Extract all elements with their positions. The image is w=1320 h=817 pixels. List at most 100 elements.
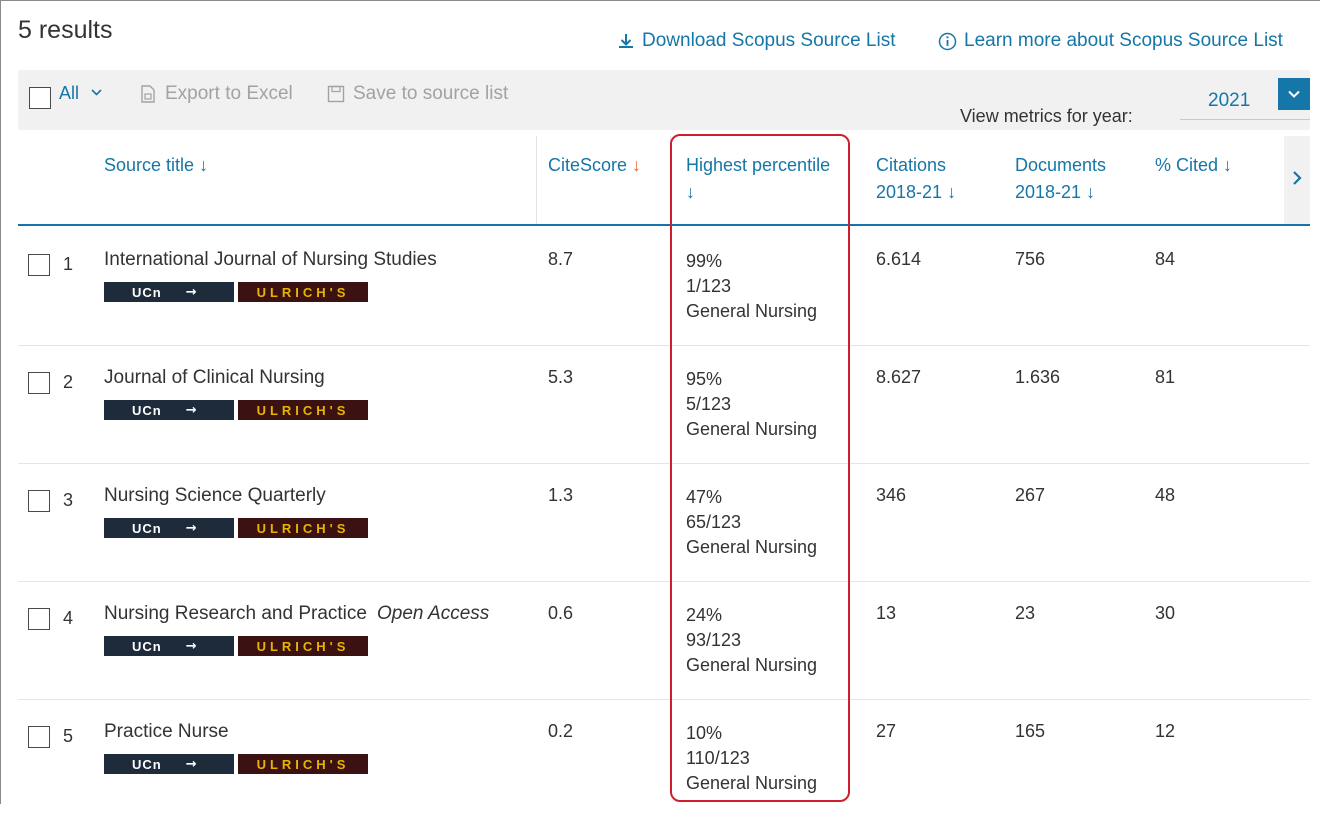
excel-file-icon: [141, 85, 155, 103]
citations-value: 6.614: [876, 249, 922, 269]
row-checkbox[interactable]: [28, 726, 50, 748]
download-source-list-link[interactable]: Download Scopus Source List: [617, 30, 895, 52]
column-source-title[interactable]: Source title ↓: [104, 152, 208, 179]
documents-header: Documents: [1015, 155, 1107, 175]
arrow-right-icon: →: [185, 284, 197, 300]
ulrichs-badge[interactable]: ULRICH'S: [238, 754, 368, 774]
row-checkbox[interactable]: [28, 254, 50, 276]
ulrichs-badge[interactable]: ULRICH'S: [238, 282, 368, 302]
row-checkbox[interactable]: [28, 490, 50, 512]
row-number: 4: [63, 608, 74, 628]
source-title-link[interactable]: Practice Nurse: [104, 721, 239, 743]
column-separator: [536, 136, 537, 224]
column-percent-cited[interactable]: % Cited ↓: [1155, 152, 1232, 179]
save-icon: [327, 85, 345, 103]
citations-value: 8.627: [876, 367, 922, 387]
open-access-label: Open Access: [376, 603, 490, 624]
source-title-link[interactable]: Nursing Research and Practice Open Access: [104, 603, 489, 625]
table-row: 4 Nursing Research and Practice Open Acce…: [18, 581, 1310, 700]
row-number: 3: [63, 490, 74, 510]
arrow-down-icon: ↓: [1223, 155, 1233, 175]
download-icon: [617, 32, 635, 50]
table-row: 1 International Journal of Nursing Studi…: [18, 227, 1310, 346]
citations-value: 346: [876, 485, 907, 505]
arrow-right-icon: →: [185, 756, 197, 772]
badge-row: UCn → ULRICH'S: [104, 754, 368, 774]
ucn-badge[interactable]: UCn →: [104, 282, 234, 302]
citations-header: Citations: [876, 155, 947, 175]
select-all-checkbox[interactable]: [29, 87, 51, 109]
documents-value: 23: [1015, 603, 1036, 623]
row-number: 1: [63, 254, 74, 274]
citescore-value: 1.3: [548, 485, 574, 505]
metrics-year-label: View metrics for year:: [960, 106, 1133, 126]
ulrichs-badge[interactable]: ULRICH'S: [238, 400, 368, 420]
highest-percentile-highlight: [670, 134, 850, 802]
frame-left-border: [0, 0, 1, 804]
table-row: 5 Practice Nurse UCn → ULRICH'S 0.2 10% 1…: [18, 699, 1310, 817]
ucn-badge[interactable]: UCn →: [104, 754, 234, 774]
citescore-value: 0.2: [548, 721, 574, 741]
save-to-source-list-button[interactable]: Save to source list: [326, 83, 508, 105]
scroll-right-button[interactable]: [1284, 163, 1310, 193]
ulrichs-badge[interactable]: ULRICH'S: [238, 518, 368, 538]
ucn-badge-text: UCn: [132, 284, 162, 300]
source-title-text: Nursing Research and Practice: [104, 603, 367, 624]
ucn-badge-text: UCn: [132, 756, 162, 772]
chevron-down-icon[interactable]: [90, 86, 103, 104]
percent-cited-value: 84: [1155, 249, 1176, 269]
source-title-link[interactable]: International Journal of Nursing Studies: [104, 249, 447, 271]
save-label: Save to source list: [353, 83, 509, 104]
download-label: Download Scopus Source List: [642, 30, 896, 51]
citescore-value: 5.3: [548, 367, 574, 387]
source-title-header: Source title: [104, 155, 195, 175]
source-title-link[interactable]: Nursing Science Quarterly: [104, 485, 336, 507]
select-all-label[interactable]: All: [59, 83, 79, 104]
percent-cited-header: % Cited: [1155, 155, 1219, 175]
percent-cited-value: 30: [1155, 603, 1176, 623]
arrow-right-icon: →: [185, 638, 197, 654]
results-count: 5 results: [18, 16, 113, 44]
ucn-badge[interactable]: UCn →: [104, 636, 234, 656]
ulrichs-badge[interactable]: ULRICH'S: [238, 636, 368, 656]
source-title-link[interactable]: Journal of Clinical Nursing: [104, 367, 335, 389]
ucn-badge[interactable]: UCn →: [104, 400, 234, 420]
citations-value: 13: [876, 603, 897, 623]
arrow-right-icon: →: [185, 402, 197, 418]
source-title-text: International Journal of Nursing Studies: [104, 249, 437, 270]
percent-cited-value: 81: [1155, 367, 1176, 387]
table-row: 2 Journal of Clinical Nursing UCn → ULRIC…: [18, 345, 1310, 464]
row-checkbox[interactable]: [28, 608, 50, 630]
export-to-excel-button[interactable]: Export to Excel: [138, 83, 293, 105]
learn-more-label: Learn more about Scopus Source List: [964, 30, 1283, 51]
percent-cited-value: 48: [1155, 485, 1176, 505]
ucn-badge-text: UCn: [132, 638, 162, 654]
citescore-header: CiteScore: [548, 155, 628, 175]
arrow-down-icon: ↓: [947, 182, 957, 202]
table-row: 3 Nursing Science Quarterly UCn → ULRICH'…: [18, 463, 1310, 582]
source-title-text: Journal of Clinical Nursing: [104, 367, 325, 388]
ucn-badge-text: UCn: [132, 402, 162, 418]
column-documents[interactable]: Documents 2018-21 ↓: [1015, 152, 1106, 206]
arrow-down-icon: ↓: [1086, 182, 1096, 202]
chevron-right-icon: [1293, 171, 1302, 185]
column-citations[interactable]: Citations 2018-21 ↓: [876, 152, 956, 206]
citations-range: 2018-21: [876, 182, 943, 202]
export-label: Export to Excel: [165, 83, 293, 104]
documents-value: 1.636: [1015, 367, 1061, 387]
row-number: 2: [63, 372, 74, 392]
badge-row: UCn → ULRICH'S: [104, 282, 368, 302]
row-checkbox[interactable]: [28, 372, 50, 394]
frame-top-border: [0, 0, 1320, 1]
metrics-year-select[interactable]: 2021: [1208, 90, 1250, 112]
badge-row: UCn → ULRICH'S: [104, 400, 368, 420]
arrow-right-icon: →: [185, 520, 197, 536]
learn-more-link[interactable]: Learn more about Scopus Source List: [938, 30, 1283, 52]
info-circle-icon: [938, 32, 957, 51]
ucn-badge[interactable]: UCn →: [104, 518, 234, 538]
column-citescore[interactable]: CiteScore ↓: [548, 152, 641, 179]
source-title-text: Practice Nurse: [104, 721, 229, 742]
results-toolbar: All Export to Excel Save to source list …: [18, 70, 1310, 130]
year-dropdown-button[interactable]: [1278, 78, 1310, 110]
documents-value: 165: [1015, 721, 1046, 741]
